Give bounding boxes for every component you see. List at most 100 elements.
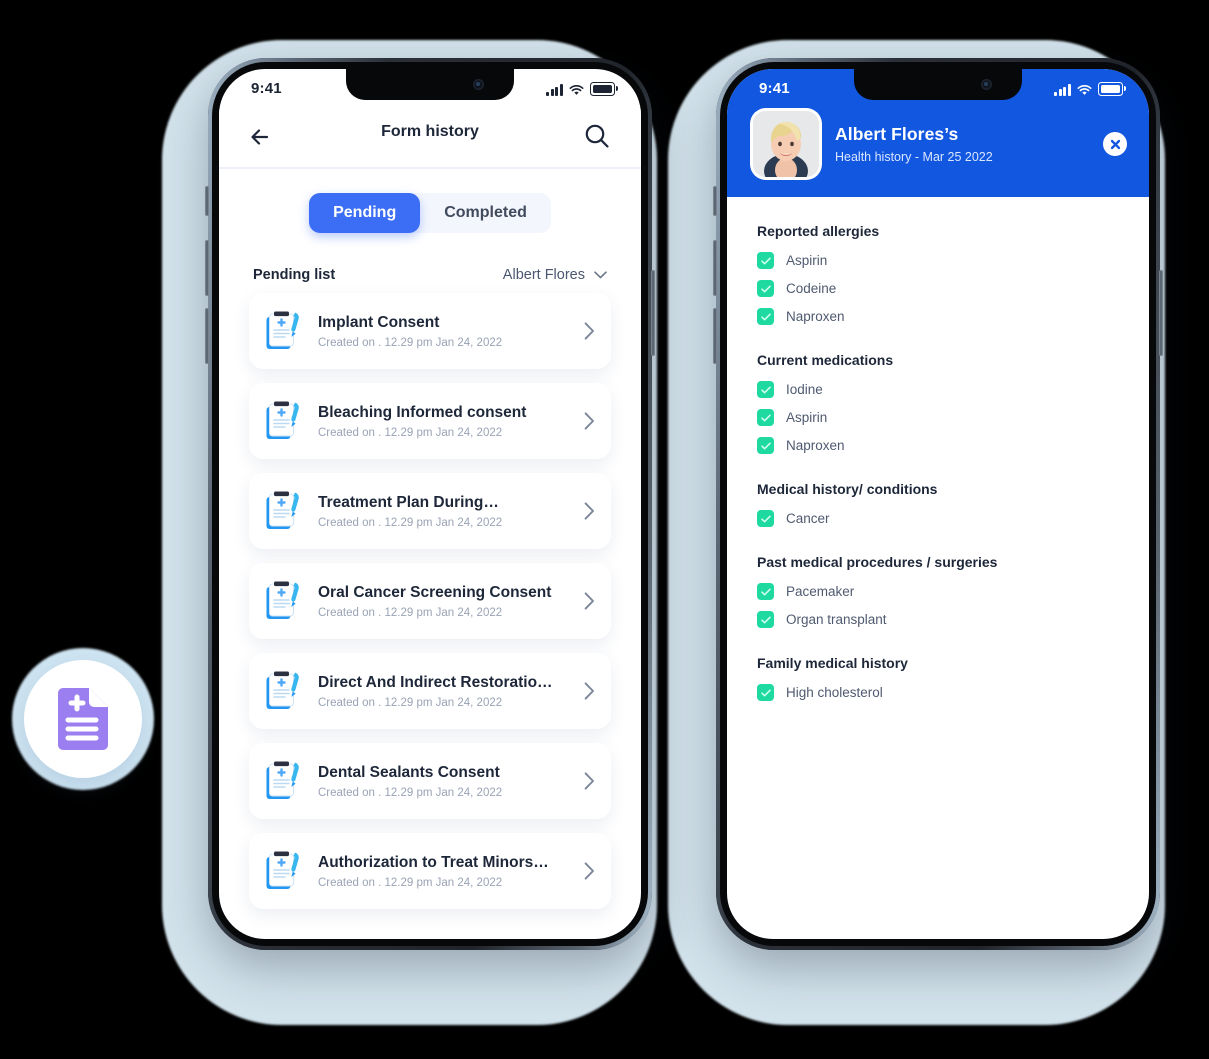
chevron-right-icon: [584, 862, 594, 880]
patient-filter-dropdown[interactable]: Albert Flores: [503, 267, 607, 283]
wifi-icon: [569, 84, 584, 95]
floating-medical-document-badge[interactable]: [24, 660, 142, 778]
list-item-title: Bleaching Informed consent: [318, 403, 527, 421]
checkbox-checked-icon[interactable]: [757, 381, 774, 398]
power-button-left[interactable]: [651, 270, 655, 356]
power-button-right[interactable]: [1159, 270, 1163, 356]
segmented-control: Pending Completed: [309, 193, 551, 233]
consent-form-icon: [266, 761, 299, 799]
patient-summary-row: Albert Flores’s Health history - Mar 25 …: [727, 109, 1149, 177]
checklist-item: Naproxen: [757, 437, 1119, 454]
checklist-item: High cholesterol: [757, 684, 1119, 701]
checkbox-checked-icon[interactable]: [757, 510, 774, 527]
patient-info: Albert Flores’s Health history - Mar 25 …: [835, 124, 993, 164]
avatar[interactable]: [753, 111, 819, 177]
volume-down-button-left[interactable]: [205, 308, 209, 364]
list-item-text: Oral Cancer Screening Consent Created on…: [318, 583, 569, 619]
list-item-title: Treatment Plan During…: [318, 493, 499, 511]
wifi-icon: [1077, 84, 1092, 95]
volume-up-button-right[interactable]: [713, 240, 717, 296]
consent-form-icon: [266, 671, 299, 709]
list-item[interactable]: Bleaching Informed consent Created on . …: [249, 383, 611, 459]
phone-left-screen: 9:41 Form history Pending Completed Pend…: [219, 69, 641, 939]
checklist-item: Naproxen: [757, 308, 1119, 325]
checkbox-checked-icon[interactable]: [757, 252, 774, 269]
checkbox-checked-icon[interactable]: [757, 583, 774, 600]
checklist-item: Aspirin: [757, 409, 1119, 426]
chevron-right-icon: [584, 682, 594, 700]
mute-switch-left[interactable]: [205, 186, 209, 216]
checkbox-checked-icon[interactable]: [757, 611, 774, 628]
search-icon[interactable]: [581, 120, 613, 152]
list-item[interactable]: Dental Sealants Consent Created on . 12.…: [249, 743, 611, 819]
list-item-text: Dental Sealants Consent Created on . 12.…: [318, 763, 569, 799]
list-item-text: Authorization to Treat Minors… Created o…: [318, 853, 569, 889]
checklist-label: Codeine: [786, 281, 837, 296]
mute-switch-right[interactable]: [713, 186, 717, 216]
list-item[interactable]: Oral Cancer Screening Consent Created on…: [249, 563, 611, 639]
checklist-item: Pacemaker: [757, 583, 1119, 600]
list-item-text: Bleaching Informed consent Created on . …: [318, 403, 569, 439]
checklist-label: Naproxen: [786, 438, 845, 453]
list-item[interactable]: Direct And Indirect Restoratio… Created …: [249, 653, 611, 729]
close-button[interactable]: [1103, 132, 1127, 156]
list-title: Pending list: [253, 267, 336, 283]
checklist-label: Organ transplant: [786, 612, 887, 627]
checklist-item: Aspirin: [757, 252, 1119, 269]
list-item-title: Authorization to Treat Minors…: [318, 853, 549, 871]
consent-form-icon: [266, 491, 299, 529]
checklist-item: Iodine: [757, 381, 1119, 398]
checkbox-checked-icon[interactable]: [757, 280, 774, 297]
patient-header: 9:41 Albert Flores’s Health history - Ma…: [727, 69, 1149, 197]
checkbox-checked-icon[interactable]: [757, 308, 774, 325]
status-bar-time: 9:41: [251, 80, 282, 97]
patient-name: Albert Flores’s: [835, 124, 959, 144]
section-heading: Reported allergies: [757, 223, 880, 239]
checkbox-checked-icon[interactable]: [757, 409, 774, 426]
section-heading: Medical history/ conditions: [757, 481, 938, 497]
consent-form-icon: [266, 311, 299, 349]
close-icon: [1110, 139, 1120, 149]
list-item-subtitle: Created on . 12.29 pm Jan 24, 2022: [318, 877, 503, 890]
checkbox-checked-icon[interactable]: [757, 684, 774, 701]
chevron-right-icon: [584, 592, 594, 610]
volume-up-button-left[interactable]: [205, 240, 209, 296]
list-item-subtitle: Created on . 12.29 pm Jan 24, 2022: [318, 337, 503, 350]
list-item[interactable]: Treatment Plan During… Created on . 12.2…: [249, 473, 611, 549]
phone-left: 9:41 Form history Pending Completed Pend…: [205, 58, 655, 950]
list-item[interactable]: Implant Consent Created on . 12.29 pm Ja…: [249, 293, 611, 369]
section-current-medications: Current medications Iodine Aspirin Napro…: [727, 352, 1149, 454]
checklist-label: Cancer: [786, 511, 830, 526]
section-reported-allergies: Reported allergies Aspirin Codeine Napro…: [727, 223, 1149, 325]
checkbox-checked-icon[interactable]: [757, 437, 774, 454]
consent-form-icon: [266, 851, 299, 889]
cellular-signal-icon: [1054, 83, 1071, 96]
tab-completed[interactable]: Completed: [420, 193, 551, 233]
section-heading: Family medical history: [757, 655, 908, 671]
status-bar-time: 9:41: [759, 80, 790, 97]
status-bar-left: 9:41: [219, 69, 641, 109]
consent-form-icon: [266, 581, 299, 619]
list-item-text: Treatment Plan During… Created on . 12.2…: [318, 493, 569, 529]
patient-subtitle: Health history - Mar 25 2022: [835, 150, 993, 164]
list-item[interactable]: Authorization to Treat Minors… Created o…: [249, 833, 611, 909]
header-divider: [219, 167, 641, 169]
tab-pending[interactable]: Pending: [309, 193, 421, 233]
status-bar-icons: [1054, 82, 1126, 96]
segmented-control-wrap: Pending Completed: [219, 193, 641, 233]
list-item-subtitle: Created on . 12.29 pm Jan 24, 2022: [318, 607, 503, 620]
section-heading: Current medications: [757, 352, 894, 368]
list-item-title: Direct And Indirect Restoratio…: [318, 673, 553, 691]
volume-down-button-right[interactable]: [713, 308, 717, 364]
checklist-item: Codeine: [757, 280, 1119, 297]
cellular-signal-icon: [546, 83, 563, 96]
list-header-row: Pending list Albert Flores: [253, 267, 607, 283]
battery-icon: [1098, 82, 1126, 96]
chevron-right-icon: [584, 412, 594, 430]
patient-filter-value: Albert Flores: [502, 267, 585, 283]
health-history-body: Reported allergies Aspirin Codeine Napro…: [727, 197, 1149, 701]
page-title: Form history: [381, 123, 479, 140]
checklist-label: Aspirin: [786, 410, 828, 425]
chevron-right-icon: [584, 502, 594, 520]
checklist-label: High cholesterol: [786, 685, 883, 700]
